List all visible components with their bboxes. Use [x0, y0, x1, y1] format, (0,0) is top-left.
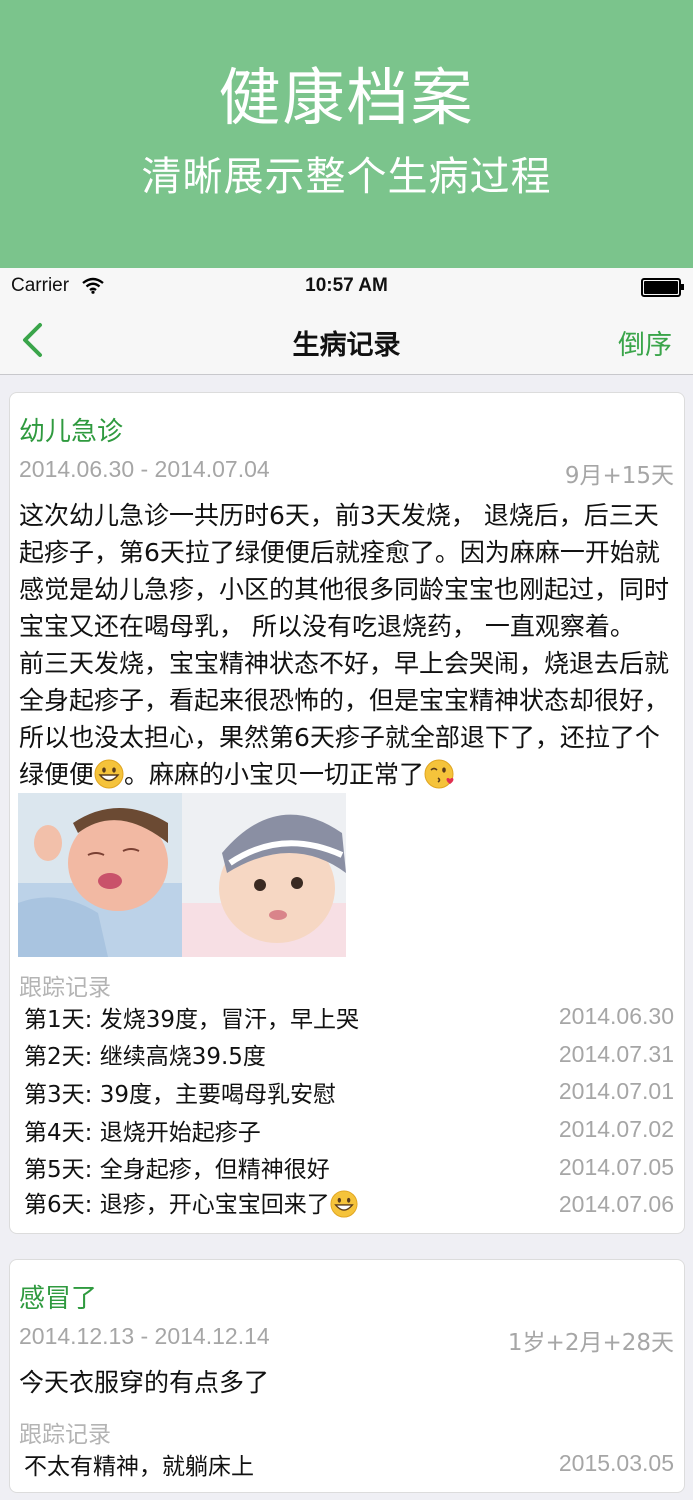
- record-description: 今天衣服穿的有点多了: [19, 1368, 270, 1397]
- description-paragraph: 这次幼儿急诊一共历时6天，前3天发烧， 退烧后，后三天起疹子，第6天拉了绿便便后…: [19, 501, 670, 641]
- tracking-list: 第1天: 发烧39度，冒汗，早上哭 2014.06.30 第2天: 继续高烧39…: [24, 998, 674, 1224]
- nav-bar: 生病记录 倒序: [0, 304, 693, 375]
- tracking-text: 第4天: 退烧开始起疹子: [24, 1119, 261, 1146]
- description-paragraph: 前三天发烧，宝宝精神状态不好，早上会哭闹，烧退去后就全身起疹子，看起来很恐怖的，…: [19, 645, 679, 799]
- promo-banner: 健康档案 清晰展示整个生病过程: [0, 0, 693, 268]
- record-card[interactable]: 感冒了 2014.12.13 - 2014.12.14 1岁+2月+28天 今天…: [9, 1259, 685, 1493]
- tracking-list: 不太有精神，就躺床上 2015.03.05: [24, 1445, 674, 1483]
- tracking-date: 2014.07.05: [558, 1153, 674, 1180]
- tracking-text-content: 第6天: 退疹，开心宝宝回来了: [24, 1192, 330, 1219]
- tracking-label: 跟踪记录: [19, 1422, 111, 1448]
- tracking-text: 第5天: 全身起疹，但精神很好: [24, 1157, 330, 1184]
- photo-gallery: [18, 793, 346, 957]
- crying-baby-photo[interactable]: [18, 793, 182, 957]
- tracking-row[interactable]: 不太有精神，就躺床上 2015.03.05: [24, 1445, 674, 1483]
- record-description: 这次幼儿急诊一共历时6天，前3天发烧， 退烧后，后三天起疹子，第6天拉了绿便便后…: [19, 497, 679, 799]
- tracking-date: 2015.03.05: [558, 1450, 674, 1477]
- tracking-text: 第2天: 继续高烧39.5度: [24, 1044, 266, 1071]
- tracking-date: 2014.06.30: [558, 1003, 674, 1030]
- tracking-text: 第1天: 发烧39度，冒汗，早上哭: [24, 1006, 359, 1033]
- grinning-face-icon: [330, 1190, 358, 1224]
- tracking-date: 2014.07.01: [558, 1078, 674, 1105]
- reverse-order-button[interactable]: 倒序: [618, 323, 672, 362]
- tracking-row[interactable]: 第4天: 退烧开始起疹子 2014.07.02: [24, 1111, 674, 1149]
- tracking-label: 跟踪记录: [19, 975, 111, 1001]
- tracking-date: 2014.07.31: [558, 1040, 674, 1067]
- tracking-row[interactable]: 第3天: 39度，主要喝母乳安慰 2014.07.01: [24, 1073, 674, 1111]
- tracking-row[interactable]: 第2天: 继续高烧39.5度 2014.07.31: [24, 1036, 674, 1074]
- face-blowing-kiss-icon: [424, 759, 456, 799]
- status-time: 10:57 AM: [305, 275, 388, 296]
- status-bar: Carrier 10:57 AM: [0, 268, 693, 304]
- tracking-row[interactable]: 第6天: 退疹，开心宝宝回来了 2014.07.06: [24, 1186, 674, 1224]
- record-age: 1岁+2月+28天: [507, 1330, 674, 1356]
- tracking-text: 第3天: 39度，主要喝母乳安慰: [24, 1081, 336, 1108]
- battery-icon: [641, 278, 684, 297]
- description-text: 。麻麻的小宝贝一切正常了: [124, 760, 425, 789]
- tracking-date: 2014.07.06: [558, 1191, 674, 1218]
- record-title: 幼儿急诊: [19, 417, 124, 447]
- baby-in-hat-photo[interactable]: [182, 793, 346, 957]
- banner-subtitle: 清晰展示整个生病过程: [141, 154, 552, 200]
- tracking-text: 不太有精神，就躺床上: [24, 1453, 254, 1480]
- record-title: 感冒了: [19, 1284, 98, 1314]
- tracking-date: 2014.07.02: [558, 1116, 674, 1143]
- page-title: 生病记录: [292, 330, 401, 361]
- record-date-range: 2014.12.13 - 2014.12.14: [19, 1323, 270, 1349]
- record-date-range: 2014.06.30 - 2014.07.04: [19, 456, 270, 482]
- tracking-row[interactable]: 第1天: 发烧39度，冒汗，早上哭 2014.06.30: [24, 998, 674, 1036]
- record-age: 9月+15天: [564, 463, 674, 489]
- banner-title: 健康档案: [218, 61, 475, 134]
- tracking-text: 第6天: 退疹，开心宝宝回来了: [24, 1185, 358, 1224]
- tracking-row[interactable]: 第5天: 全身起疹，但精神很好 2014.07.05: [24, 1148, 674, 1186]
- record-card[interactable]: 幼儿急诊 2014.06.30 - 2014.07.04 9月+15天 这次幼儿…: [9, 392, 685, 1234]
